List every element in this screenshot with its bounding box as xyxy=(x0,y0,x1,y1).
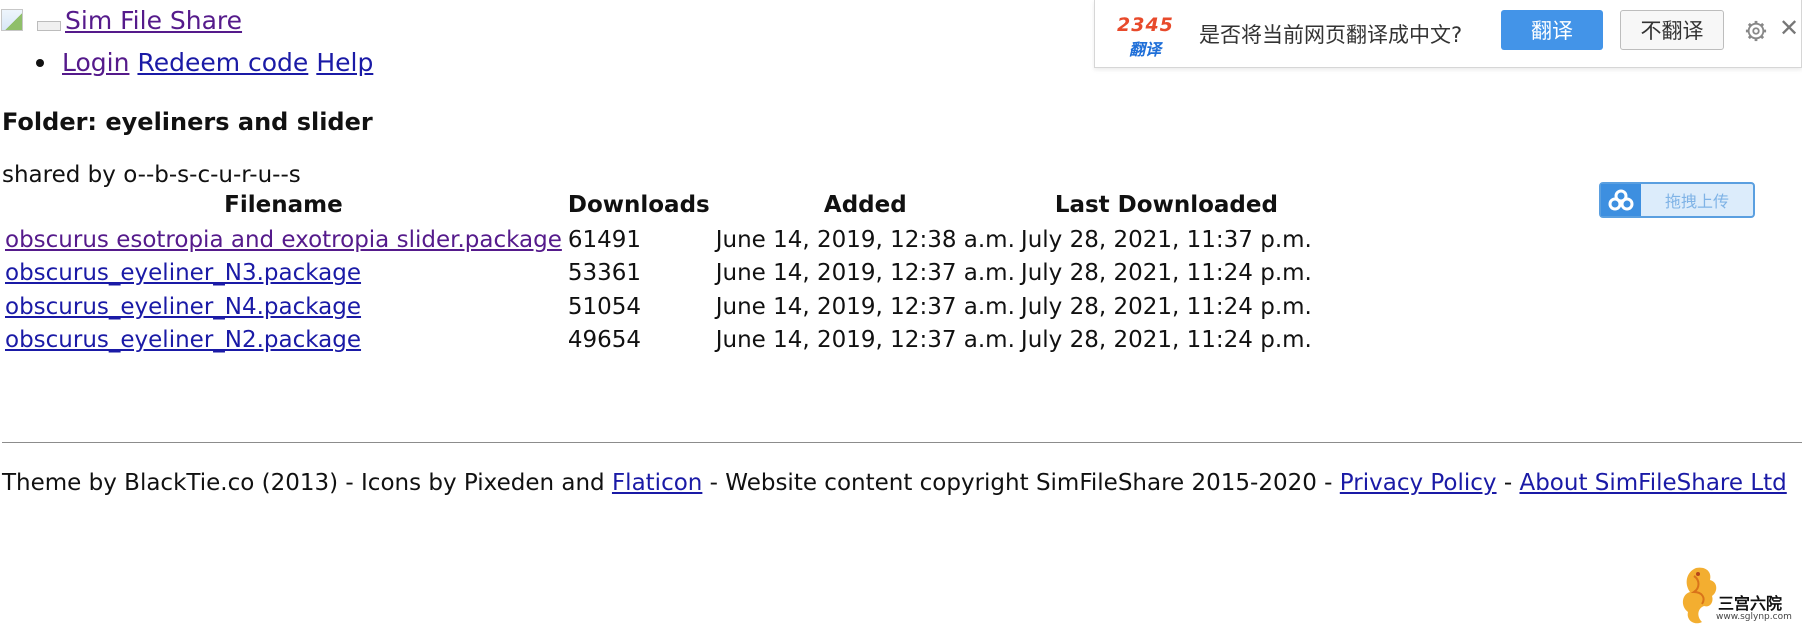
added-cell: June 14, 2019, 12:37 a.m. xyxy=(715,327,1015,354)
downloads-cell: 61491 xyxy=(567,227,642,253)
table-row: obscurus_eyeliner_N3.package 53361 June … xyxy=(2,258,1315,291)
table-row: obscurus_eyeliner_N4.package 51054 June … xyxy=(2,292,1315,325)
nav-login-link[interactable]: Login xyxy=(62,50,129,75)
footer-copyright-text: - Website content copyright SimFileShare… xyxy=(702,470,1340,496)
column-header-last-downloaded[interactable]: Last Downloaded xyxy=(1018,189,1315,225)
drag-upload-button[interactable]: 拖拽上传 xyxy=(1599,182,1755,218)
table-row: obscurus esotropia and exotropia slider.… xyxy=(2,225,1315,258)
footer: Theme by BlackTie.co (2013) - Icons by P… xyxy=(2,470,1787,498)
filename-cell: obscurus_eyeliner_N3.package xyxy=(2,258,565,291)
cloud-icon xyxy=(1601,184,1641,216)
last-downloaded-cell: July 28, 2021, 11:24 p.m. xyxy=(1020,293,1312,320)
translate-logo-number: 2345 xyxy=(1117,13,1174,36)
gear-icon[interactable] xyxy=(1745,20,1767,42)
translate-prompt-bar: 2345 翻译 是否将当前网页翻译成中文? 翻译 不翻译 ✕ xyxy=(1094,0,1802,68)
footer-credits-text: Theme by BlackTie.co (2013) - Icons by P… xyxy=(2,470,612,496)
column-header-added[interactable]: Added xyxy=(713,189,1018,225)
watermark-url: www.sglynp.com xyxy=(1716,612,1792,622)
filename-cell: obscurus_eyeliner_N2.package xyxy=(2,325,565,358)
upload-label: 拖拽上传 xyxy=(1664,192,1729,211)
file-link[interactable]: obscurus esotropia and exotropia slider.… xyxy=(5,227,562,253)
small-image-placeholder xyxy=(37,21,61,31)
no-translate-button[interactable]: 不翻译 xyxy=(1620,10,1724,50)
site-home-link[interactable]: Sim File Share xyxy=(65,8,242,33)
added-cell: June 14, 2019, 12:37 a.m. xyxy=(715,293,1015,320)
watermark-logo: 三宫六院 www.sglynp.com xyxy=(1676,562,1794,632)
files-table: Filename Downloads Added Last Downloaded… xyxy=(2,189,1315,359)
translate-question: 是否将当前网页翻译成中文? xyxy=(1199,22,1463,47)
nav-help-link[interactable]: Help xyxy=(316,50,373,75)
filename-cell: obscurus_eyeliner_N4.package xyxy=(2,292,565,325)
downloads-cell: 49654 xyxy=(567,327,642,354)
column-header-filename[interactable]: Filename xyxy=(2,189,565,225)
close-icon[interactable]: ✕ xyxy=(1779,16,1799,40)
file-link[interactable]: obscurus_eyeliner_N4.package xyxy=(5,294,361,320)
footer-divider xyxy=(2,442,1802,443)
privacy-policy-link[interactable]: Privacy Policy xyxy=(1340,470,1497,496)
downloads-cell: 51054 xyxy=(567,293,642,320)
column-header-downloads[interactable]: Downloads xyxy=(565,189,713,225)
shared-by-text: shared by o--b-s-c-u-r-u--s xyxy=(2,162,301,188)
nav-menu: Login Redeem code Help xyxy=(36,50,373,75)
downloads-cell: 53361 xyxy=(567,260,642,287)
list-bullet xyxy=(36,58,44,67)
file-link[interactable]: obscurus_eyeliner_N3.package xyxy=(5,260,361,286)
nav-redeem-code-link[interactable]: Redeem code xyxy=(137,50,308,75)
added-cell: June 14, 2019, 12:38 a.m. xyxy=(715,227,1015,253)
broken-image-icon xyxy=(1,9,23,31)
last-downloaded-cell: July 28, 2021, 11:24 p.m. xyxy=(1020,327,1312,354)
added-cell: June 14, 2019, 12:37 a.m. xyxy=(715,260,1015,287)
folder-title: Folder: eyeliners and slider xyxy=(2,108,373,136)
site-header: Sim File Share xyxy=(0,0,242,40)
table-header-row: Filename Downloads Added Last Downloaded xyxy=(2,189,1315,225)
table-row: obscurus_eyeliner_N2.package 49654 June … xyxy=(2,325,1315,358)
flaticon-link[interactable]: Flaticon xyxy=(612,470,702,496)
filename-cell: obscurus esotropia and exotropia slider.… xyxy=(2,225,565,258)
footer-separator: - xyxy=(1496,470,1520,496)
watermark-text: 三宫六院 xyxy=(1718,594,1783,613)
file-link[interactable]: obscurus_eyeliner_N2.package xyxy=(5,327,361,353)
about-link[interactable]: About SimFileShare Ltd xyxy=(1519,470,1786,496)
translate-button[interactable]: 翻译 xyxy=(1501,10,1603,50)
translate-logo: 2345 翻译 xyxy=(1117,12,1181,59)
last-downloaded-cell: July 28, 2021, 11:24 p.m. xyxy=(1020,260,1312,287)
translate-logo-text: 翻译 xyxy=(1129,39,1162,59)
last-downloaded-cell: July 28, 2021, 11:37 p.m. xyxy=(1020,227,1312,253)
